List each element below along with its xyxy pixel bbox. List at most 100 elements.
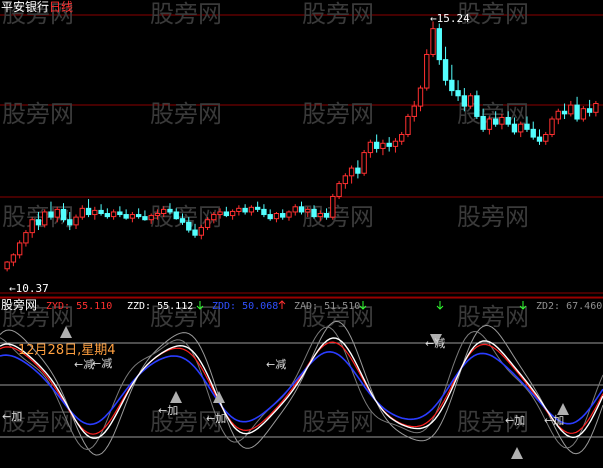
candle-up	[336, 183, 342, 197]
watermark-text: 股旁网	[302, 100, 374, 128]
candle-down	[323, 213, 330, 218]
reduce-label-3: ←减	[266, 358, 287, 371]
candle-down	[242, 207, 248, 213]
candle-down	[574, 104, 580, 120]
candle-up	[342, 175, 349, 185]
candle-up	[286, 211, 292, 218]
date-note: 12月28日,星期4	[18, 343, 116, 358]
candle-down	[67, 219, 73, 226]
stock-name: 平安银行	[1, 0, 50, 14]
readout-zzd-value: 55.112	[157, 301, 194, 312]
candle-down	[135, 214, 142, 218]
candle-up	[361, 152, 367, 174]
watermark-text: 股旁网	[457, 203, 529, 231]
candle-up	[92, 209, 98, 216]
reduce-label-2: ←减	[92, 357, 113, 370]
candle-up	[16, 242, 23, 256]
candle-up	[367, 141, 374, 154]
candle-up	[148, 215, 154, 221]
period-label: 日线	[49, 0, 74, 14]
add-label-5: ←加	[544, 414, 565, 427]
readout-zdd: ZDD: 50.068	[212, 300, 278, 313]
candle-up	[467, 95, 474, 107]
candle-down	[192, 229, 198, 236]
readout-zyd: ZYD: 55.110	[46, 300, 112, 313]
kline-chart[interactable]: 股旁网 股旁网 股旁网 股旁网股旁网 股旁网 股旁网 股旁网股旁网 股旁网 股旁网 股旁网股旁网股…	[0, 0, 603, 468]
candle-down	[373, 141, 380, 149]
high-price-value: 15.24	[436, 12, 470, 25]
candle-down	[536, 136, 543, 142]
candle-up	[79, 207, 85, 218]
readout-zyd-value: 55.110	[76, 301, 113, 312]
candle-up	[543, 134, 549, 142]
candle-up	[161, 208, 167, 215]
candle-down	[167, 208, 173, 213]
candle-up	[129, 214, 136, 219]
candle-down	[561, 110, 568, 115]
candle-down	[586, 108, 593, 113]
candle-down	[511, 123, 518, 133]
candle-up	[392, 140, 399, 147]
candle-down	[60, 208, 67, 221]
candle-up	[399, 134, 405, 142]
candle-down	[455, 90, 461, 97]
candle-up	[29, 219, 35, 234]
readout-zad-value: 51.510	[324, 301, 361, 312]
candle-down	[480, 115, 486, 130]
candle-down	[386, 142, 392, 147]
candle-down	[104, 213, 111, 218]
signal-triangle-icon	[511, 447, 523, 459]
candle-down	[280, 213, 286, 218]
signal-triangle-icon	[170, 391, 182, 403]
low-arrow-icon: ←	[9, 282, 16, 295]
stock-title: 平安银行日线	[1, 1, 73, 14]
candle-down	[442, 59, 449, 81]
high-price-marker: ←15.24	[430, 12, 470, 25]
candle-up	[518, 123, 524, 133]
candle-up	[248, 206, 255, 213]
candle-down	[123, 214, 129, 219]
candle-down	[254, 206, 261, 210]
candle-down	[48, 211, 54, 218]
candle-down	[173, 211, 179, 220]
readout-zzd: ZZD: 55.112	[127, 300, 193, 313]
candle-up	[42, 211, 48, 226]
candle-down	[186, 221, 192, 231]
candle-up	[229, 210, 236, 217]
watermark-text: 股旁网	[150, 0, 222, 28]
candle-up	[411, 105, 417, 117]
candle-up	[54, 208, 60, 218]
candle-down	[436, 28, 442, 61]
readout-zd2-value: 67.460	[566, 301, 603, 312]
readout-zyd-label: ZYD:	[46, 301, 71, 312]
candle-up	[73, 216, 79, 226]
candle-up	[430, 28, 436, 55]
candle-up	[154, 213, 161, 217]
candle-down	[449, 79, 455, 92]
candle-up	[211, 214, 217, 221]
candle-up	[499, 116, 505, 125]
readout-zd2-label: ZD2:	[536, 301, 561, 312]
candle-up	[217, 211, 223, 216]
candle-down	[505, 116, 511, 125]
add-label-1: ←加	[2, 410, 23, 423]
readout-zdd-value: 50.068	[242, 301, 279, 312]
candle-down	[530, 128, 536, 138]
candle-up	[23, 232, 29, 244]
candle-down	[98, 209, 104, 215]
candle-up	[236, 207, 242, 212]
candle-up	[317, 213, 323, 218]
watermark-text: 股旁网	[150, 100, 222, 128]
add-label-4: ←加	[505, 414, 526, 427]
candle-up	[417, 87, 424, 107]
candle-down	[179, 218, 186, 223]
candle-down	[474, 95, 480, 117]
candle-down	[492, 118, 499, 125]
candle-down	[261, 208, 267, 216]
candle-up	[405, 115, 411, 136]
low-price-value: 10.37	[15, 282, 49, 295]
candle-down	[117, 211, 123, 216]
watermark-text: 股旁网	[457, 303, 529, 331]
low-price-marker: ←10.37	[9, 282, 49, 295]
candle-up	[204, 219, 211, 228]
